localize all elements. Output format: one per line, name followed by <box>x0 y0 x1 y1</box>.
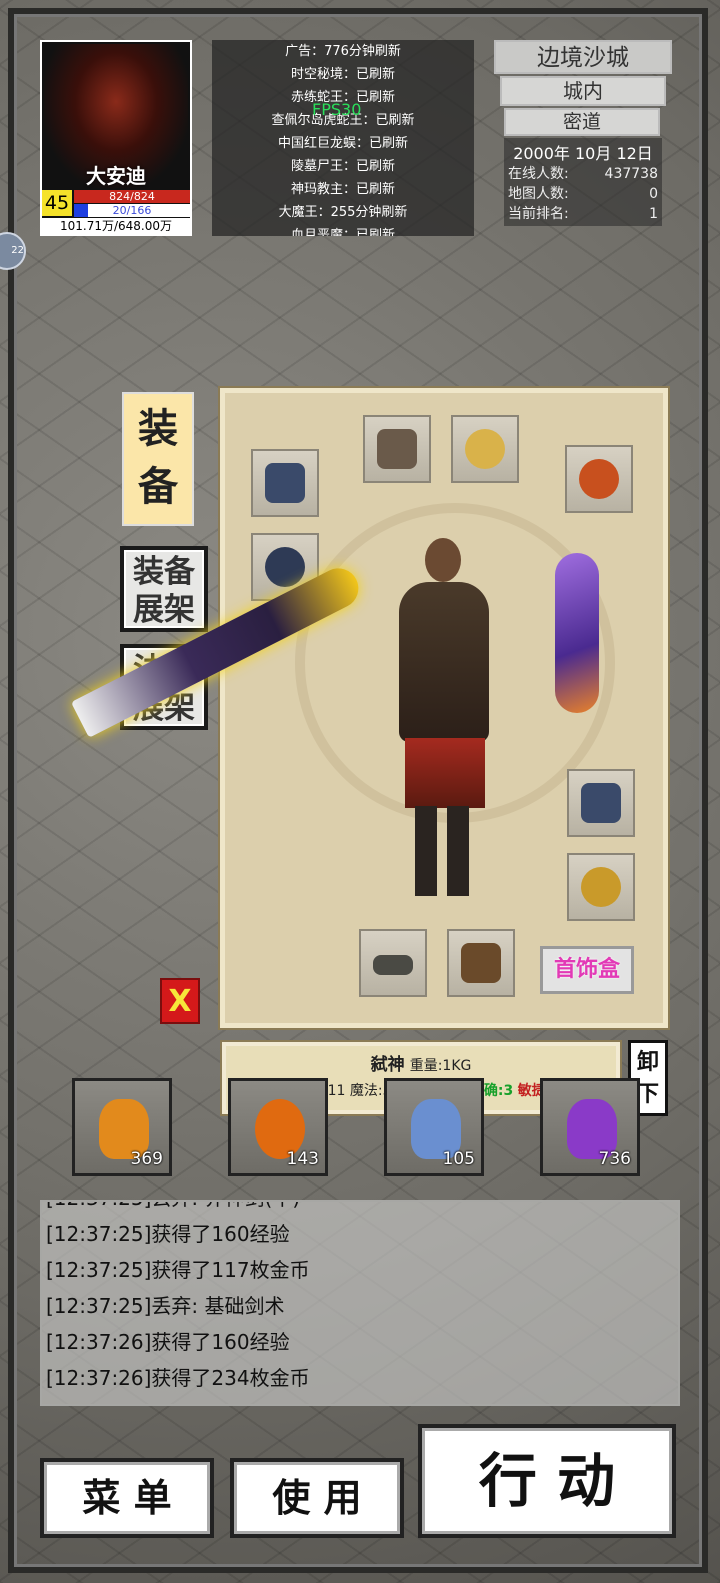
online-label: 在线人数: <box>508 166 569 182</box>
boss-row: 时空秘境：已刷新 <box>290 67 395 82</box>
player-level: 45 <box>42 190 72 216</box>
map-count-row: 地图人数: 0 <box>508 184 658 204</box>
mp-value: 20/166 <box>112 204 152 217</box>
action-button[interactable]: 行 动 <box>418 1424 676 1538</box>
player-name: 大安迪 <box>86 164 146 188</box>
map-area[interactable]: 城内 <box>500 76 666 106</box>
bracelet-icon <box>265 463 305 503</box>
slot-orb[interactable] <box>565 445 633 513</box>
item-count: 736 <box>598 1149 631 1169</box>
model-leg <box>447 806 469 896</box>
mp-bar: 20/166 <box>74 204 190 217</box>
slot-bracelet-right[interactable] <box>567 769 635 837</box>
player-portrait[interactable]: 大安迪 45 824/824 20/166 101.71万/648.00万 <box>40 40 192 236</box>
log-line: [12:37:25]丢弃: 基础剑术 <box>46 1294 285 1318</box>
rank-row: 当前排名: 1 <box>508 204 658 224</box>
item-count: 369 <box>130 1149 163 1169</box>
ring-icon <box>265 547 305 587</box>
jewelry-box-button[interactable]: 首饰盒 <box>540 946 634 994</box>
log-line: [12:37:26]获得了234枚金币 <box>46 1366 310 1390</box>
game-date: 2000年 10月 12日 <box>513 144 653 163</box>
use-button[interactable]: 使 用 <box>230 1458 404 1538</box>
tab-equipment-char: 备 <box>138 464 178 510</box>
boss-row: 中国红巨龙蜈：已刷新 <box>277 136 408 151</box>
item-count: 105 <box>442 1149 475 1169</box>
slot-bracelet-left[interactable] <box>251 449 319 517</box>
map-count-label: 地图人数: <box>508 186 569 202</box>
item-name: 弑神 <box>370 1055 405 1075</box>
exp-bar: 101.71万/648.00万 <box>42 218 190 234</box>
chat-log[interactable]: [12:37:25]丢弃: 乔神剑(中) [12:37:25]获得了160经验 … <box>40 1200 680 1406</box>
quickbar-slot[interactable]: 369 <box>72 1078 172 1176</box>
item-count: 143 <box>286 1149 319 1169</box>
fps-counter: FPS30 <box>312 100 362 119</box>
boss-row: 大魔王：255分钟刷新 <box>278 205 408 220</box>
model-skirt <box>405 738 485 808</box>
button-label-line: 装备 <box>133 554 195 590</box>
slot-belt[interactable] <box>359 929 427 997</box>
server-stats: 2000年 10月 12日 在线人数: 437738 地图人数: 0 当前排名: 1 <box>504 138 662 226</box>
orb-icon <box>579 459 619 499</box>
map-region[interactable]: 边境沙城 <box>494 40 672 74</box>
log-line: [12:37:25]丢弃: 乔神剑(中) <box>42 1202 678 1216</box>
boss-row: 广告：776分钟刷新 <box>285 44 401 59</box>
equipment-panel: 首饰盒 <box>220 388 668 1028</box>
log-line: [12:37:25]获得了160经验 <box>46 1222 290 1246</box>
bracelet-icon <box>581 783 621 823</box>
log-line: [12:37:26]获得了160经验 <box>46 1330 290 1354</box>
model-leg <box>415 806 437 896</box>
mp-bar-fill <box>74 204 88 217</box>
map-count-value: 0 <box>649 186 658 202</box>
quickbar-slot[interactable]: 143 <box>228 1078 328 1176</box>
quickbar-slot[interactable]: 736 <box>540 1078 640 1176</box>
boss-refresh-list[interactable]: 广告：776分钟刷新 时空秘境：已刷新 赤练蛇王：已刷新 查佩尔岛虎蛇王：已刷新… <box>212 40 474 236</box>
item-title: 弑神 重量:1KG <box>226 1050 616 1075</box>
equipment-display-button[interactable]: 装备 展架 <box>120 546 208 632</box>
boss-row: 陵墓尸王：已刷新 <box>290 159 395 174</box>
online-value: 437738 <box>604 166 658 182</box>
menu-button[interactable]: 菜 单 <box>40 1458 214 1538</box>
hp-bar: 824/824 <box>74 190 190 203</box>
slot-helmet[interactable] <box>363 415 431 483</box>
slot-boots[interactable] <box>447 929 515 997</box>
helmet-icon <box>377 429 417 469</box>
close-button[interactable]: X <box>160 978 200 1024</box>
boss-row: 神玛教主：已刷新 <box>290 182 395 197</box>
button-label-line: 卸 <box>636 1050 659 1075</box>
quickbar-slot[interactable]: 105 <box>384 1078 484 1176</box>
button-label-line: 展架 <box>133 592 195 628</box>
item-weight: 重量:1KG <box>409 1058 472 1074</box>
tab-equipment-char: 装 <box>138 406 178 452</box>
map-zone[interactable]: 密道 <box>504 108 660 136</box>
offhand-weapon-icon[interactable] <box>555 553 599 713</box>
model-armor <box>399 582 489 742</box>
boots-icon <box>461 943 501 983</box>
slot-necklace[interactable] <box>451 415 519 483</box>
character-model <box>375 538 515 898</box>
rank-label: 当前排名: <box>508 206 569 222</box>
model-head <box>425 538 461 582</box>
tab-equipment[interactable]: 装 备 <box>122 392 194 526</box>
online-count-row: 在线人数: 437738 <box>508 164 658 184</box>
necklace-icon <box>465 429 505 469</box>
slot-ring-right[interactable] <box>567 853 635 921</box>
belt-icon <box>373 955 413 975</box>
boss-row: 血月恶魔：已刷新 <box>290 228 395 236</box>
ring-icon <box>581 867 621 907</box>
map-info: 边境沙城 城内 密道 2000年 10月 12日 在线人数: 437738 地图人… <box>494 40 672 226</box>
log-line: [12:37:25]获得了117枚金币 <box>46 1258 310 1282</box>
rank-value: 1 <box>649 206 658 222</box>
